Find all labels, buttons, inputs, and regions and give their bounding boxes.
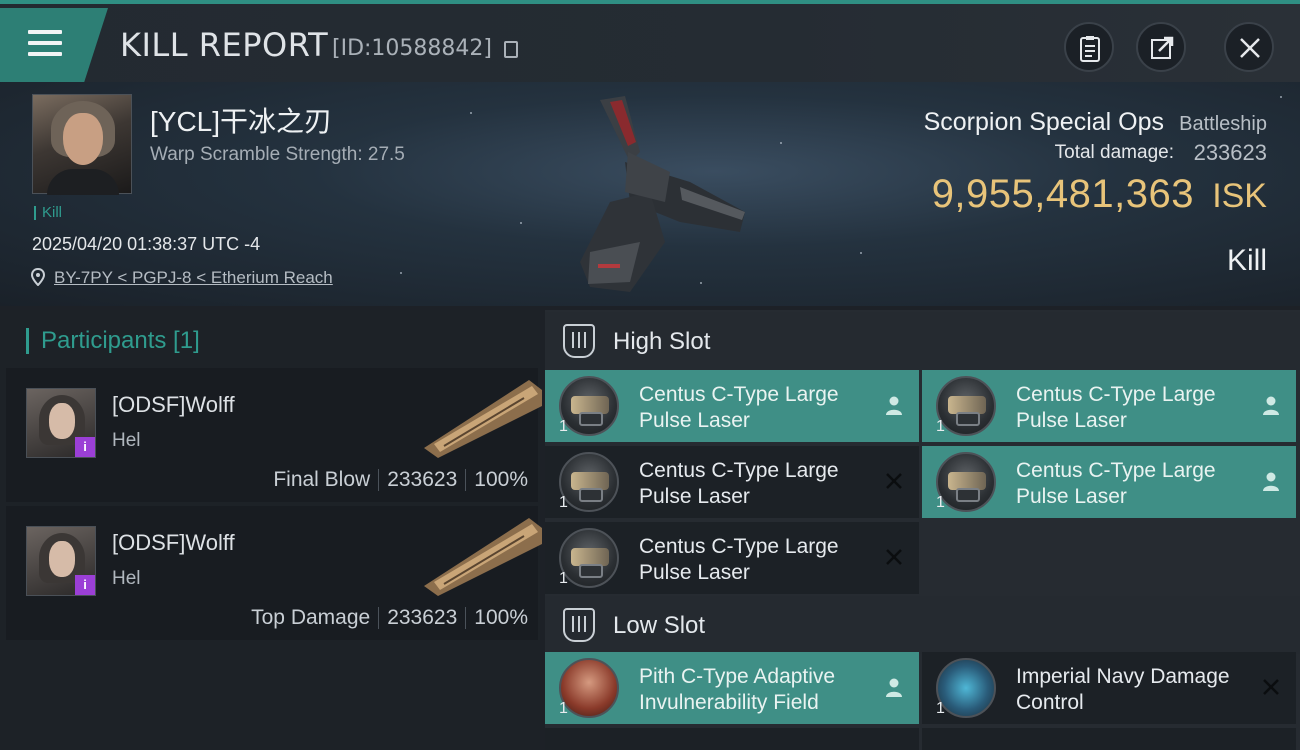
clipboard-icon <box>1080 36 1100 62</box>
module-name: Pith C-Type Adaptive Invulnerability Fie… <box>639 665 836 714</box>
low-slot-header: Low Slot <box>545 596 1300 654</box>
info-badge: i <box>75 575 95 595</box>
participant-percent: 100% <box>474 468 528 491</box>
module-item[interactable]: 1 Centus C-Type Large Pulse Laser <box>922 370 1296 442</box>
participant-damage: 233623 <box>387 606 458 629</box>
kill-datetime: 2025/04/20 01:38:37 UTC -4 <box>32 234 261 254</box>
slot-icon <box>563 324 595 358</box>
module-item[interactable]: 1 Imperial Navy Damage Control <box>922 652 1296 724</box>
module-quantity: 1 <box>936 700 945 717</box>
module-name: Centus C-Type Large Pulse Laser <box>639 383 839 432</box>
fitting-panel: High Slot 1 Centus C-Type Large Pulse La… <box>545 310 1300 750</box>
invulnerability-field-icon <box>559 658 619 718</box>
participant-damage: 233623 <box>387 468 458 491</box>
module-item[interactable] <box>545 728 919 750</box>
slot-icon <box>563 608 595 642</box>
module-quantity: 1 <box>936 418 945 435</box>
x-icon <box>1263 679 1279 695</box>
module-item[interactable] <box>922 728 1296 750</box>
module-quantity: 1 <box>936 494 945 511</box>
low-slot-label: Low Slot <box>613 612 706 639</box>
kill-result: Kill <box>1226 244 1267 277</box>
total-damage-value: 233623 <box>1193 140 1267 165</box>
share-icon <box>1151 36 1174 59</box>
module-name: Centus C-Type Large Pulse Laser <box>639 535 839 584</box>
participant-row[interactable]: i [ODSF]Wolff Hel Final Blow 233623 100% <box>6 368 542 502</box>
close-button[interactable] <box>1224 22 1274 72</box>
report-id: [ID:10588842] <box>332 36 492 61</box>
damage-control-icon <box>936 658 996 718</box>
participant-stats: Final Blow 233623 100% <box>273 468 528 492</box>
laser-icon <box>559 376 619 436</box>
module-item[interactable]: 1 Centus C-Type Large Pulse Laser <box>922 446 1296 518</box>
module-item[interactable]: 1 Centus C-Type Large Pulse Laser <box>545 370 919 442</box>
kill-tag: Kill <box>34 205 62 220</box>
weapon-icon <box>424 380 542 458</box>
module-name: Centus C-Type Large Pulse Laser <box>639 459 839 508</box>
info-badge: i <box>75 437 95 457</box>
participants-header: Participants [1] <box>26 328 200 354</box>
total-damage-label: Total damage: <box>1054 142 1174 163</box>
participant-name: [ODSF]Wolff <box>112 530 235 555</box>
participant-avatar: i <box>26 526 96 596</box>
participant-role: Top Damage <box>251 606 371 629</box>
person-icon <box>886 396 902 415</box>
x-icon <box>886 473 902 489</box>
laser-icon <box>559 528 619 588</box>
high-slot-header: High Slot <box>545 312 1300 370</box>
participant-ship: Hel <box>112 568 141 589</box>
module-quantity: 1 <box>559 700 568 717</box>
module-quantity: 1 <box>559 570 568 587</box>
copy-icon[interactable] <box>504 41 518 58</box>
ship-name[interactable]: Scorpion Special Ops <box>924 108 1164 137</box>
module-quantity: 1 <box>559 494 568 511</box>
victim-name[interactable]: [YCL]干冰之刃 <box>150 100 332 140</box>
module-item[interactable]: 1 Pith C-Type Adaptive Invulnerability F… <box>545 652 919 724</box>
participant-name: [ODSF]Wolff <box>112 392 235 417</box>
participant-row[interactable]: i [ODSF]Wolff Hel Top Damage 233623 100% <box>6 506 542 640</box>
location-link[interactable]: BY-7PY < PGPJ-8 < Etherium Reach <box>54 268 333 288</box>
title-bar: KILL REPORT [ID:10588842] <box>0 0 1300 82</box>
participant-role: Final Blow <box>273 468 371 491</box>
participant-stats: Top Damage 233623 100% <box>251 606 528 630</box>
isk-value: 9,955,481,363 <box>931 172 1194 216</box>
participants-panel: Participants [1] i [ODSF]Wolff Hel Final… <box>0 310 542 750</box>
isk-unit: ISK <box>1212 177 1267 215</box>
participant-avatar: i <box>26 388 96 458</box>
clipboard-button[interactable] <box>1064 22 1114 72</box>
location-pin-icon <box>31 268 45 286</box>
laser-icon <box>936 376 996 436</box>
menu-button[interactable] <box>0 8 108 82</box>
laser-icon <box>936 452 996 512</box>
warp-scramble-strength: Warp Scramble Strength: 27.5 <box>150 144 405 165</box>
weapon-icon <box>424 518 542 596</box>
kill-header: [YCL]干冰之刃 Warp Scramble Strength: 27.5 K… <box>0 82 1300 306</box>
laser-icon <box>559 452 619 512</box>
ship-render <box>580 96 745 292</box>
victim-portrait[interactable] <box>32 94 132 195</box>
person-icon <box>1263 472 1279 491</box>
share-button[interactable] <box>1136 22 1186 72</box>
close-icon <box>1240 38 1260 58</box>
participant-percent: 100% <box>474 606 528 629</box>
menu-icon <box>28 30 62 58</box>
module-item[interactable]: 1 Centus C-Type Large Pulse Laser <box>545 522 919 594</box>
high-slot-label: High Slot <box>613 328 711 355</box>
person-icon <box>1263 396 1279 415</box>
participant-ship: Hel <box>112 430 141 451</box>
page-title: KILL REPORT <box>120 26 329 64</box>
module-name: Centus C-Type Large Pulse Laser <box>1016 383 1216 432</box>
module-item[interactable]: 1 Centus C-Type Large Pulse Laser <box>545 446 919 518</box>
module-name: Centus C-Type Large Pulse Laser <box>1016 459 1216 508</box>
x-icon <box>886 549 902 565</box>
module-name: Imperial Navy Damage Control <box>1016 665 1230 714</box>
ship-class: Battleship <box>1179 113 1267 135</box>
module-quantity: 1 <box>559 418 568 435</box>
person-icon <box>886 678 902 697</box>
